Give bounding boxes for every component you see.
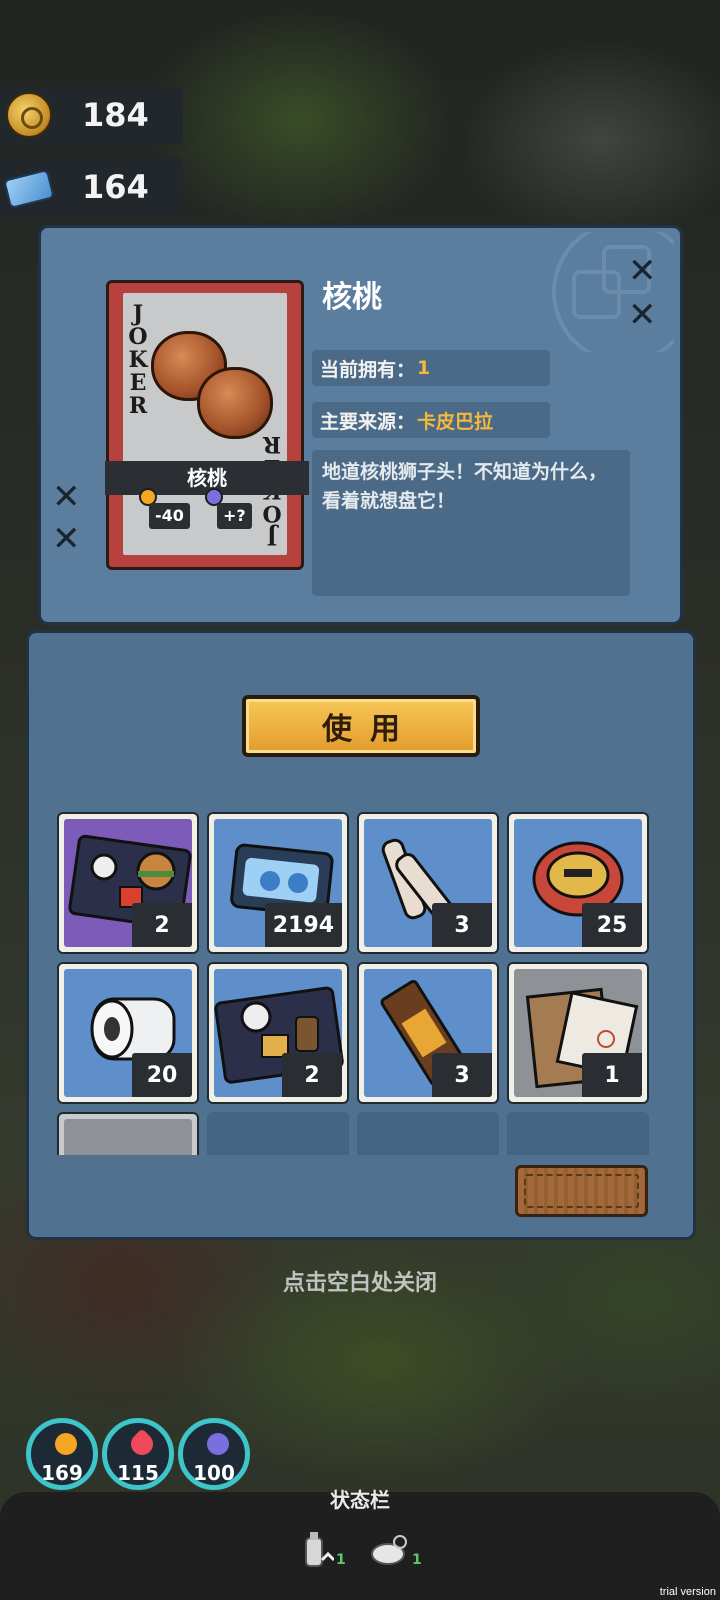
item-count: 2194 [264,903,342,947]
x-decoration: ✕ [52,477,81,517]
empty-slot [357,1112,499,1155]
brain-icon [207,1433,229,1455]
close-hint[interactable]: 点击空白处关闭 [0,1265,720,1297]
card-face: JOKER JOKER [123,293,287,555]
health-heart-icon [126,1428,158,1460]
gold-coin-icon [6,92,52,138]
item-description: 地道核桃狮子头！不知道为什么，看着就想盘它！ [312,450,630,596]
hunger-value: 169 [41,1461,83,1485]
hunger-gauge[interactable]: 169 [26,1418,98,1490]
inventory-slot[interactable]: 25 [507,812,649,954]
inventory-slot[interactable]: 20 [57,962,199,1104]
walnut-icon [197,367,273,439]
buff-level: 1 [336,1552,346,1568]
source-row: 主要来源： 卡皮巴拉 [312,402,550,438]
inventory-slot[interactable]: 2 [207,962,349,1104]
item-count: 3 [432,1053,492,1097]
mind-gauge[interactable]: 100 [178,1418,250,1490]
ticket-counter: 164 [0,158,183,216]
health-value: 115 [117,1461,159,1485]
card-stat-mind: +? [217,503,252,529]
hunger-icon [55,1433,77,1455]
inventory-slot[interactable]: 1 [507,962,649,1104]
status-bar-title: 状态栏 [330,1488,390,1512]
item-count: 1 [582,1053,642,1097]
ticket-value: 164 [82,168,149,206]
blue-ticket-icon [3,168,55,210]
health-gauge[interactable]: 115 [102,1418,174,1490]
empty-slot [507,1112,649,1155]
rest-cloud-buff-icon[interactable] [368,1530,412,1570]
owned-row: 当前拥有： 1 [312,350,550,386]
inventory-slot[interactable]: 2 [57,812,199,954]
item-title: 核桃 [322,280,382,315]
buff-level: 1 [412,1552,422,1568]
inventory-slot[interactable]: 3 [357,812,499,954]
inventory-slot[interactable] [57,1112,199,1155]
coin-counter: 184 [0,86,183,144]
coin-value: 184 [82,96,149,134]
item-count: 2 [132,903,192,947]
card-stat-hunger: -40 [149,503,190,529]
inventory-grid[interactable]: 2 2194 3 25 20 2 3 1 [55,795,665,1155]
source-value: 卡皮巴拉 [417,410,494,433]
item-count: 20 [132,1053,192,1097]
watermark: trial version [659,1586,716,1598]
x-decoration: ✕ [52,519,81,559]
bottle-buff-icon[interactable] [300,1530,334,1570]
source-label: 主要来源： [320,410,416,433]
empty-slot [207,1112,349,1155]
owned-label: 当前拥有： [320,358,416,381]
wooden-sign-button[interactable] [515,1165,648,1217]
item-card: JOKER JOKER 核桃 -40 +? [105,280,309,570]
card-side-text: JOKER [128,301,148,419]
inventory-slot[interactable]: 2194 [207,812,349,954]
x-decoration: ✕ [628,295,657,335]
use-button[interactable]: 使用 [242,695,480,757]
item-count: 25 [582,903,642,947]
item-count: 2 [282,1053,342,1097]
owned-value: 1 [417,357,431,379]
item-count: 3 [432,903,492,947]
inventory-slot[interactable]: 3 [357,962,499,1104]
x-decoration: ✕ [628,251,657,291]
mind-value: 100 [193,1461,235,1485]
